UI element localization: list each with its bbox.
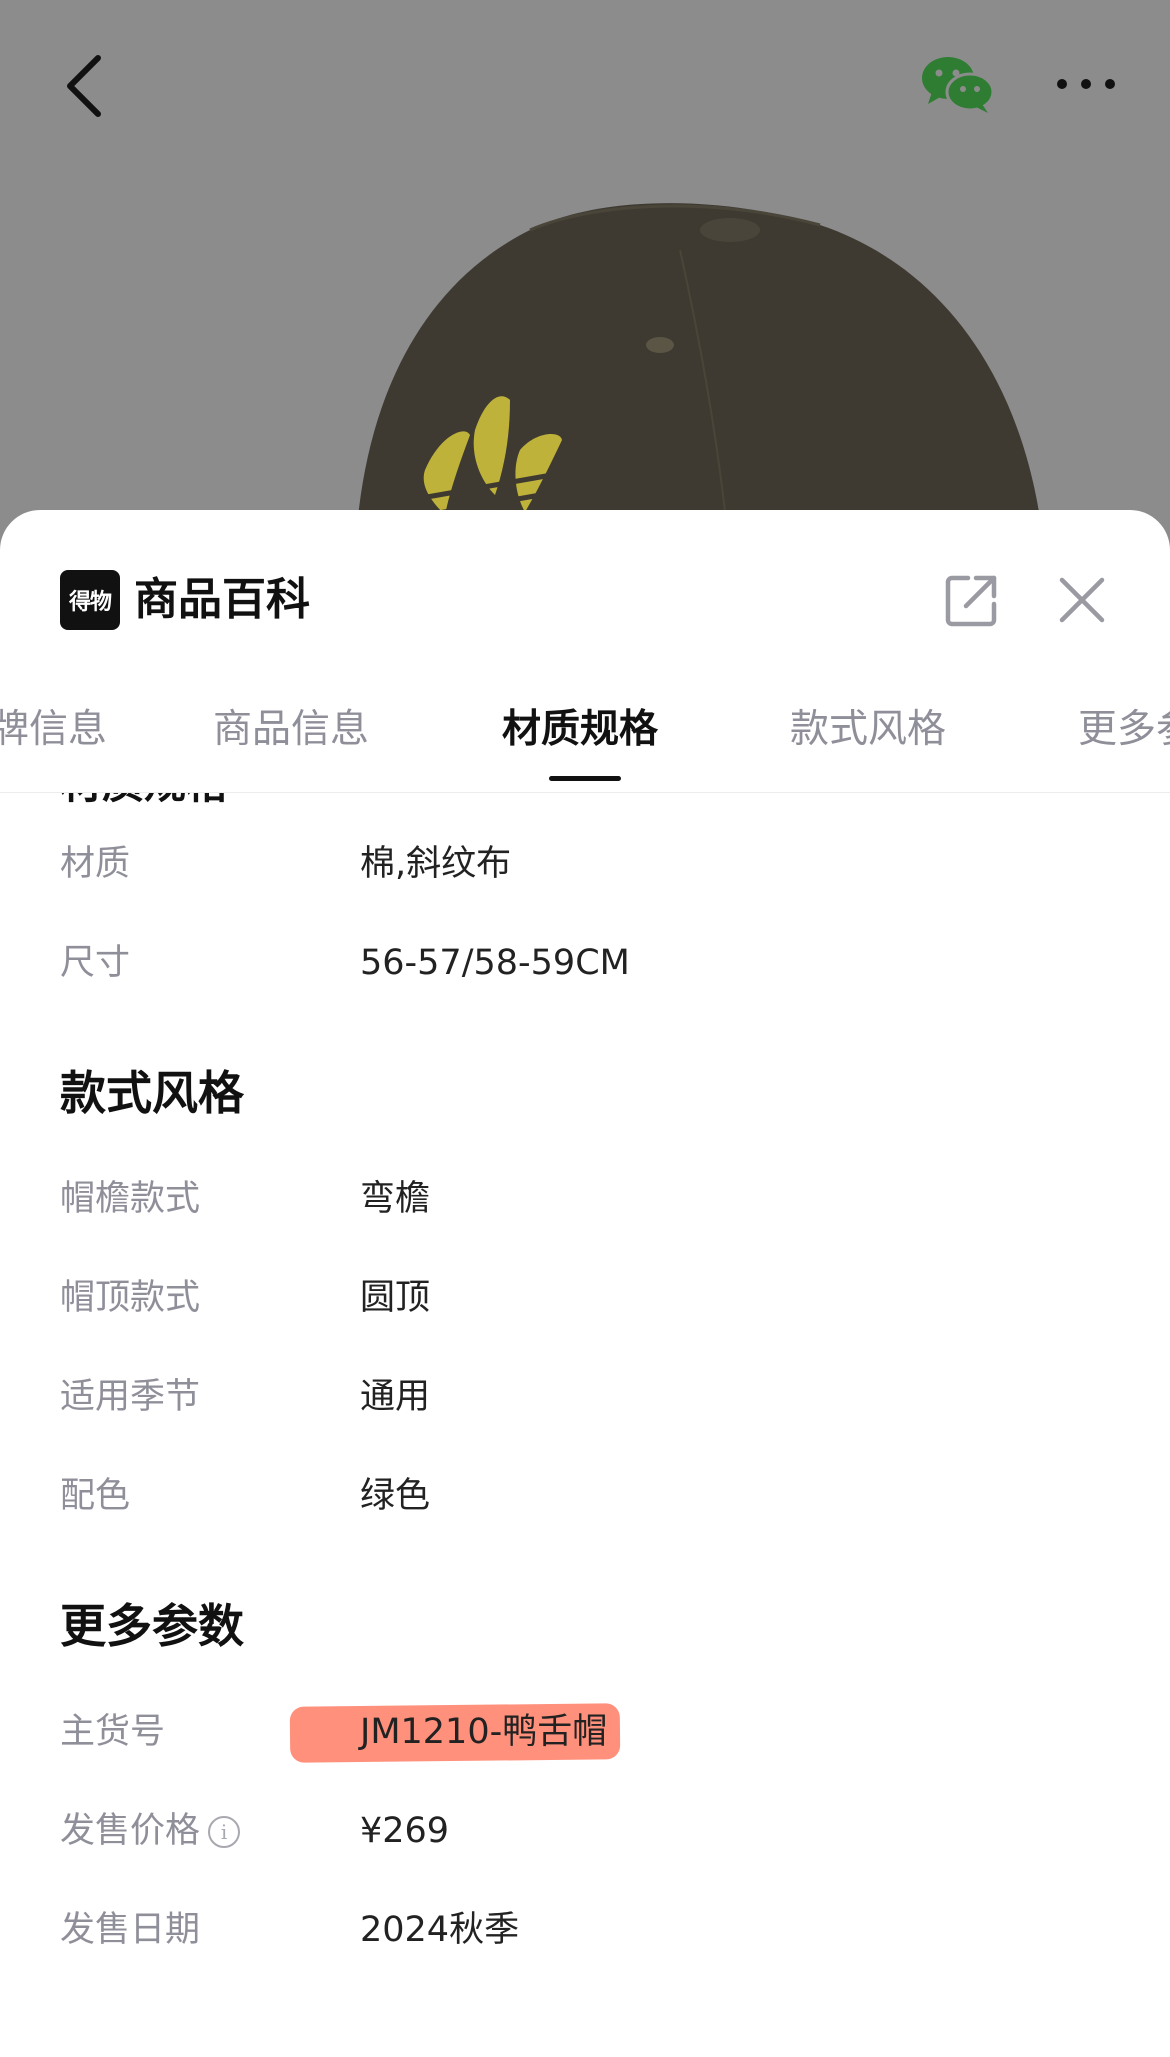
spec-label: 配色 (60, 1476, 131, 1516)
spec-row: 材质 棉,斜纹布 (0, 815, 1170, 914)
spec-value: ¥269 (360, 1811, 450, 1851)
category-tabs: 牌信息 商品信息 材质规格 款式风格 更多参 (0, 680, 1170, 793)
info-icon[interactable]: i (208, 1816, 241, 1848)
close-icon (1059, 577, 1105, 623)
spec-label: 帽檐款式 (60, 1179, 201, 1219)
sheet-title: 商品百科 (134, 574, 310, 625)
sheet-header: 得物 商品百科 (0, 510, 1170, 680)
spec-row: 配色 绿色 (0, 1447, 1170, 1546)
spec-value: 圆顶 (360, 1278, 431, 1318)
share-external-icon (945, 575, 997, 627)
more-params-section-title: 更多参数 (60, 1599, 244, 1653)
spec-row: 发售价格 i ¥269 (0, 1782, 1170, 1881)
tab-product-info[interactable]: 商品信息 (213, 702, 369, 758)
wechat-share-button[interactable] (920, 54, 996, 114)
spec-label: 材质 (60, 844, 131, 884)
back-arrow-icon (67, 55, 101, 117)
tab-material-spec[interactable]: 材质规格 (502, 702, 658, 758)
spec-value: JM1210-鸭舌帽 (360, 1712, 608, 1752)
spec-value: 弯檐 (360, 1179, 431, 1219)
spec-label: 发售价格 (60, 1811, 201, 1851)
spec-value: 通用 (360, 1377, 431, 1417)
spec-content: 材质规格 材质 棉,斜纹布 尺寸 56-57/58-59CM 款式风格 帽檐款式… (0, 793, 1170, 2057)
style-section-title: 款式风格 (60, 1066, 244, 1120)
spec-row: 适用季节 通用 (0, 1348, 1170, 1447)
more-dots-icon (1057, 79, 1115, 89)
more-options-button[interactable] (1054, 62, 1120, 106)
spec-value: 2024秋季 (360, 1910, 520, 1950)
spec-row: 帽檐款式 弯檐 (0, 1150, 1170, 1249)
spec-label: 主货号 (60, 1712, 166, 1752)
product-cap-image (355, 203, 1045, 560)
spec-label: 发售日期 (60, 1910, 201, 1950)
tab-style[interactable]: 款式风格 (790, 702, 946, 758)
active-tab-indicator (549, 776, 621, 781)
spec-row: 发售日期 2024秋季 (0, 1881, 1170, 1980)
material-section-heading-cutoff: 材质规格 (60, 793, 228, 809)
tab-more-params[interactable]: 更多参 (1078, 702, 1170, 758)
product-encyclopedia-sheet: 得物 商品百科 牌信息 商品信息 材质规格 款式风格 更多参 材质规格 材质 (0, 510, 1170, 2057)
top-navigation-bar (0, 0, 1170, 170)
spec-label: 适用季节 (60, 1377, 201, 1417)
back-button[interactable] (60, 52, 120, 122)
dewu-logo: 得物 (60, 570, 120, 630)
tab-brand-info[interactable]: 牌信息 (0, 702, 107, 758)
open-external-button[interactable] (944, 572, 1000, 628)
close-button[interactable] (1054, 572, 1110, 628)
spec-row: 尺寸 56-57/58-59CM (0, 914, 1170, 1013)
product-image-area (0, 0, 1170, 560)
spec-row: 主货号 JM1210-鸭舌帽 (0, 1683, 1170, 1782)
spec-value: 56-57/58-59CM (360, 943, 630, 983)
spec-label-with-info: 发售价格 i (60, 1782, 241, 1881)
spec-value: 棉,斜纹布 (360, 844, 512, 884)
spec-row: 帽顶款式 圆顶 (0, 1249, 1170, 1348)
spec-value: 绿色 (360, 1476, 431, 1516)
wechat-icon (922, 57, 995, 113)
spec-label: 帽顶款式 (60, 1278, 201, 1318)
spec-label: 尺寸 (60, 943, 131, 983)
